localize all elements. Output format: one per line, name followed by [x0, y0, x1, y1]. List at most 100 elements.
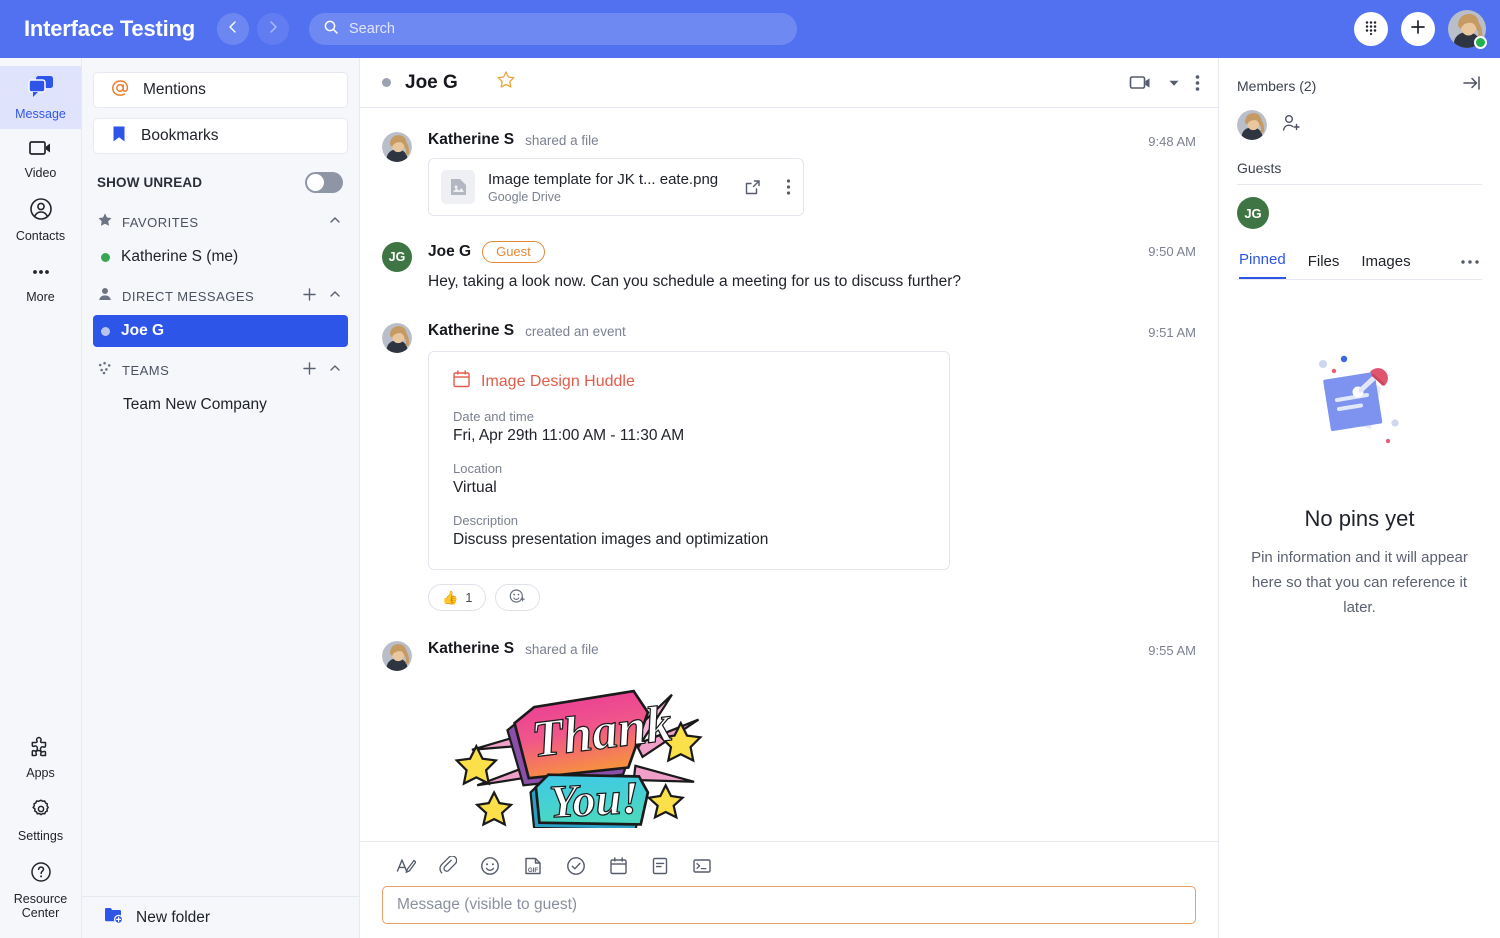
- message-header: Katherine S created an event: [428, 322, 1198, 340]
- event-field-date: Date and time Fri, Apr 29th 11:00 AM - 1…: [453, 409, 927, 445]
- message-header: Joe G Guest: [428, 241, 1198, 263]
- svg-text:GIF: GIF: [528, 867, 539, 874]
- open-external-icon[interactable]: [744, 179, 761, 196]
- search-input[interactable]: [349, 21, 784, 37]
- rail-item-apps[interactable]: Apps: [0, 725, 81, 788]
- more-vertical-icon[interactable]: [786, 178, 791, 196]
- message-subtitle: created an event: [525, 323, 626, 339]
- message-input[interactable]: [397, 896, 1181, 914]
- calendar-icon[interactable]: [609, 856, 628, 876]
- members-row: [1237, 110, 1482, 140]
- avatar[interactable]: [1448, 10, 1487, 49]
- message-timestamp: 9:55 AM: [1148, 643, 1196, 659]
- status-badge: Guest: [482, 241, 545, 263]
- event-card[interactable]: Image Design Huddle Date and time Fri, A…: [428, 351, 950, 571]
- message-item: Katherine S created an event Image Desig…: [360, 300, 1218, 618]
- chevron-down-icon[interactable]: [1167, 76, 1181, 90]
- message-input-wrapper[interactable]: [382, 886, 1196, 924]
- reactions-bar: 👍 1: [428, 584, 1198, 612]
- code-terminal-icon[interactable]: [692, 857, 712, 875]
- rail-item-settings[interactable]: Settings: [0, 788, 81, 851]
- rail-item-label: Contacts: [15, 229, 66, 243]
- chevron-up-icon[interactable]: [328, 361, 342, 380]
- sidebar-item-team-new-company[interactable]: Team New Company: [93, 389, 348, 421]
- star-outline-icon[interactable]: [496, 70, 516, 95]
- chevron-up-icon[interactable]: [328, 287, 342, 306]
- mentions-button[interactable]: Mentions: [93, 72, 348, 108]
- rail-item-label: More: [26, 290, 55, 304]
- avatar-initials: JG: [388, 250, 406, 264]
- format-text-icon[interactable]: [396, 857, 416, 875]
- chevron-up-icon[interactable]: [328, 213, 342, 232]
- section-header-favorites[interactable]: FAVORITES: [93, 199, 348, 241]
- avatar[interactable]: [382, 132, 412, 162]
- app-title: Interface Testing: [24, 16, 196, 41]
- avatar[interactable]: [382, 323, 412, 354]
- image-attachment[interactable]: Thank You!: [428, 668, 1198, 833]
- more-vertical-icon[interactable]: [1195, 73, 1200, 93]
- question-circle-icon: [29, 860, 53, 889]
- reaction-thumbs-up[interactable]: 👍 1: [428, 584, 487, 612]
- collapse-right-icon[interactable]: [1462, 74, 1482, 97]
- forward-button[interactable]: [257, 13, 290, 45]
- event-field-label: Date and time: [453, 409, 534, 425]
- bookmarks-button[interactable]: Bookmarks: [93, 118, 348, 154]
- teams-dots-icon: [97, 360, 113, 381]
- add-team-icon[interactable]: [302, 361, 317, 381]
- section-header-teams[interactable]: TEAMS: [93, 347, 348, 389]
- tab-pinned[interactable]: Pinned: [1239, 251, 1286, 279]
- video-call-icon[interactable]: [1129, 74, 1153, 92]
- section-actions: [302, 287, 342, 307]
- message-author: Katherine S: [428, 322, 515, 340]
- apps-puzzle-icon: [29, 734, 53, 763]
- section-header-direct-messages[interactable]: DIRECT MESSAGES: [93, 273, 348, 315]
- rail-item-contacts[interactable]: Contacts: [0, 188, 81, 251]
- gif-icon[interactable]: GIF: [523, 856, 543, 876]
- avatar[interactable]: JG: [382, 242, 412, 272]
- rail-item-video[interactable]: Video: [0, 129, 81, 188]
- rail-item-label: Apps: [26, 766, 55, 780]
- divider: [1237, 184, 1482, 185]
- tab-files[interactable]: Files: [1308, 253, 1340, 279]
- message-body: Katherine S shared a file: [428, 131, 1198, 216]
- task-check-icon[interactable]: [566, 856, 586, 876]
- new-folder-button[interactable]: New folder: [82, 896, 359, 938]
- message-timestamp: 9:51 AM: [1148, 325, 1196, 341]
- rail-item-more[interactable]: More: [0, 251, 81, 312]
- more-horizontal-icon[interactable]: [1460, 252, 1480, 279]
- user-avatar-image: [382, 132, 412, 162]
- file-meta: Image template for JK t... eate.png Goog…: [488, 171, 731, 204]
- rail-item-message[interactable]: Message: [0, 66, 81, 129]
- more-dots-icon: [29, 260, 53, 287]
- dialpad-button[interactable]: [1354, 12, 1388, 46]
- guest-avatar[interactable]: JG: [1237, 197, 1269, 229]
- tab-images[interactable]: Images: [1361, 253, 1410, 279]
- message-item: JG Joe G Guest Hey, taking a look now. C…: [360, 223, 1218, 300]
- note-icon[interactable]: [651, 856, 669, 876]
- message-list[interactable]: Katherine S shared a file Image template…: [360, 108, 1218, 841]
- add-reaction-button[interactable]: [495, 584, 541, 612]
- calendar-icon: [453, 370, 470, 393]
- rail-item-resource-center[interactable]: Resource Center: [0, 851, 81, 928]
- rail-bottom-group: Apps Settings Resource Center: [0, 725, 81, 938]
- add-button[interactable]: [1401, 12, 1435, 46]
- conversation-header: Joe G: [360, 58, 1218, 108]
- pinned-empty-state: No pins yet Pin information and it will …: [1219, 280, 1500, 938]
- add-dm-icon[interactable]: [302, 287, 317, 307]
- sidebar-item-joe-g[interactable]: Joe G: [93, 315, 348, 347]
- guest-initials: JG: [1244, 205, 1262, 221]
- sidebar-item-katherine-s[interactable]: Katherine S (me): [93, 241, 348, 273]
- show-unread-toggle[interactable]: [305, 172, 343, 193]
- file-source: Google Drive: [488, 189, 561, 204]
- avatar[interactable]: [382, 641, 412, 672]
- back-button[interactable]: [217, 13, 250, 45]
- pinned-note-illustration: [1285, 350, 1435, 480]
- avatar[interactable]: [1237, 110, 1267, 140]
- file-attachment-card[interactable]: Image template for JK t... eate.png Goog…: [428, 158, 804, 216]
- attachment-clip-icon[interactable]: [439, 856, 457, 876]
- emoji-icon[interactable]: [480, 856, 500, 876]
- search-box[interactable]: [309, 13, 798, 45]
- video-icon: [28, 138, 54, 163]
- add-person-icon[interactable]: [1281, 113, 1303, 138]
- message-timestamp: 9:50 AM: [1148, 244, 1196, 259]
